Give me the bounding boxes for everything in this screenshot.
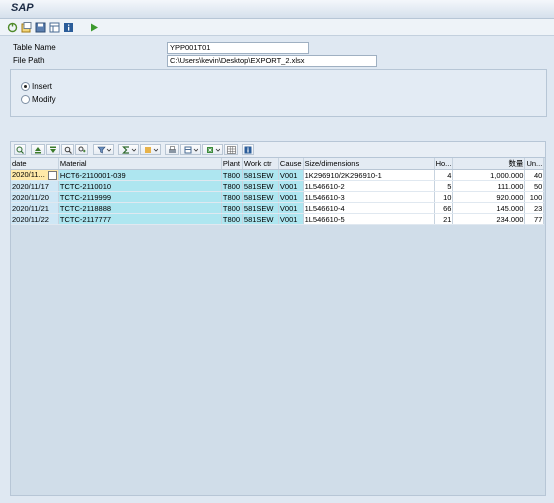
date-cell[interactable]: 2020/11/17 (11, 180, 59, 192)
size-dimensions-cell[interactable]: 1L546610-2 (303, 180, 435, 192)
run-icon[interactable] (88, 21, 100, 33)
material-cell[interactable]: TCTC-2117777 (58, 213, 222, 225)
cause-cell[interactable]: V001 (278, 202, 304, 214)
work-center-cell[interactable]: 581SEW (242, 202, 279, 214)
size-dimensions-cell[interactable]: 1L546610-5 (303, 213, 435, 225)
mode-group: Insert Modify (10, 69, 547, 117)
plant-cell[interactable]: T800 (221, 191, 243, 203)
layout-icon[interactable] (48, 21, 60, 33)
title-bar: SAP (0, 0, 554, 19)
material-cell[interactable]: HCT6-2110001-039 (58, 169, 222, 181)
data-table: date Material Plant Work ctr Cause Size/… (11, 158, 545, 225)
work-center-cell[interactable]: 581SEW (242, 213, 279, 225)
column-header-plant[interactable]: Plant (221, 158, 243, 170)
column-header-cause[interactable]: Cause (278, 158, 304, 170)
plant-cell[interactable]: T800 (221, 213, 243, 225)
quantity-cell[interactable]: 111.000 (452, 180, 526, 192)
find-next-icon[interactable] (75, 144, 88, 155)
file-path-input[interactable]: C:\Users\kevin\Desktop\EXPORT_2.xlsx (167, 55, 377, 67)
table-name-label: Table Name (13, 43, 56, 52)
details-icon[interactable] (14, 144, 26, 155)
work-center-cell[interactable]: 581SEW (242, 169, 279, 181)
table-row[interactable]: 2020/11/20 TCTC-2119999 T800 581SEW V001… (11, 191, 545, 203)
plant-cell[interactable]: T800 (221, 202, 243, 214)
export-icon[interactable] (202, 144, 223, 155)
file-path-label: File Path (13, 56, 45, 65)
calendar-icon[interactable] (47, 170, 57, 180)
column-header-quantity[interactable]: 数量 (452, 158, 526, 170)
hours-cell[interactable]: 5 (434, 180, 454, 192)
hours-cell[interactable]: 66 (434, 202, 454, 214)
sort-descending-icon[interactable] (46, 144, 60, 155)
find-icon[interactable] (61, 144, 74, 155)
insert-label: Insert (32, 82, 53, 91)
column-header-date[interactable]: date (11, 158, 59, 170)
sum-icon[interactable] (118, 144, 139, 155)
unit-cell[interactable]: 23 (524, 202, 545, 214)
hours-cell[interactable]: 4 (434, 169, 454, 181)
alv-toolbar (11, 142, 545, 158)
print-icon[interactable] (165, 144, 179, 155)
material-cell[interactable]: TCTC-2119999 (58, 191, 222, 203)
unit-cell[interactable]: 50 (524, 180, 545, 192)
date-cell[interactable]: 2020/11... (11, 169, 59, 181)
window-title: SAP (11, 2, 34, 14)
info-icon[interactable] (62, 21, 74, 33)
unit-cell[interactable]: 100 (524, 191, 545, 203)
info-icon[interactable] (242, 144, 254, 155)
execute-icon[interactable] (6, 21, 18, 33)
size-dimensions-cell[interactable]: 1L546610-4 (303, 202, 435, 214)
work-center-cell[interactable]: 581SEW (242, 191, 279, 203)
column-header-hours[interactable]: Ho... (434, 158, 454, 170)
modify-label: Modify (32, 95, 56, 104)
table-header: date Material Plant Work ctr Cause Size/… (11, 158, 545, 170)
size-dimensions-cell[interactable]: 1K296910/2K296910-1 (303, 169, 435, 181)
quantity-cell[interactable]: 1,000.000 (452, 169, 526, 181)
quantity-cell[interactable]: 145.000 (452, 202, 526, 214)
alv-grid-container: date Material Plant Work ctr Cause Size/… (10, 141, 546, 496)
material-cell[interactable]: TCTC-2110010 (58, 180, 222, 192)
save-variant-icon[interactable] (34, 21, 46, 33)
cause-cell[interactable]: V001 (278, 213, 304, 225)
insert-radio[interactable] (21, 82, 30, 91)
filter-icon[interactable] (93, 144, 114, 155)
work-center-cell[interactable]: 581SEW (242, 180, 279, 192)
cause-cell[interactable]: V001 (278, 180, 304, 192)
column-header-unit[interactable]: Un... (524, 158, 545, 170)
date-cell[interactable]: 2020/11/22 (11, 213, 59, 225)
cause-cell[interactable]: V001 (278, 169, 304, 181)
column-header-material[interactable]: Material (58, 158, 222, 170)
modify-radio[interactable] (21, 95, 30, 104)
date-cell[interactable]: 2020/11/21 (11, 202, 59, 214)
size-dimensions-cell[interactable]: 1L546610-3 (303, 191, 435, 203)
subtotal-icon[interactable] (140, 144, 161, 155)
plant-cell[interactable]: T800 (221, 180, 243, 192)
unit-cell[interactable]: 77 (524, 213, 545, 225)
hours-cell[interactable]: 10 (434, 191, 454, 203)
table-row[interactable]: 2020/11/17 TCTC-2110010 T800 581SEW V001… (11, 180, 545, 192)
table-row[interactable]: 2020/11/21 TCTC-2118888 T800 581SEW V001… (11, 202, 545, 214)
table-row[interactable]: 2020/11/22 TCTC-2117777 T800 581SEW V001… (11, 213, 545, 225)
table-name-input[interactable]: YPP001T01 (167, 42, 309, 54)
quantity-cell[interactable]: 234.000 (452, 213, 526, 225)
column-header-work-center[interactable]: Work ctr (242, 158, 279, 170)
cause-cell[interactable]: V001 (278, 191, 304, 203)
column-header-size-dimensions[interactable]: Size/dimensions (303, 158, 435, 170)
material-cell[interactable]: TCTC-2118888 (58, 202, 222, 214)
table-row[interactable]: 2020/11... HCT6-2110001-039 T800 581SEW … (11, 169, 545, 181)
sort-ascending-icon[interactable] (31, 144, 45, 155)
application-toolbar (0, 19, 554, 36)
plant-cell[interactable]: T800 (221, 169, 243, 181)
date-cell[interactable]: 2020/11/20 (11, 191, 59, 203)
hours-cell[interactable]: 21 (434, 213, 454, 225)
quantity-cell[interactable]: 920.000 (452, 191, 526, 203)
unit-cell[interactable]: 40 (524, 169, 545, 181)
views-icon[interactable] (180, 144, 201, 155)
layout-grid-icon[interactable] (224, 144, 238, 155)
variant-icon[interactable] (20, 21, 32, 33)
